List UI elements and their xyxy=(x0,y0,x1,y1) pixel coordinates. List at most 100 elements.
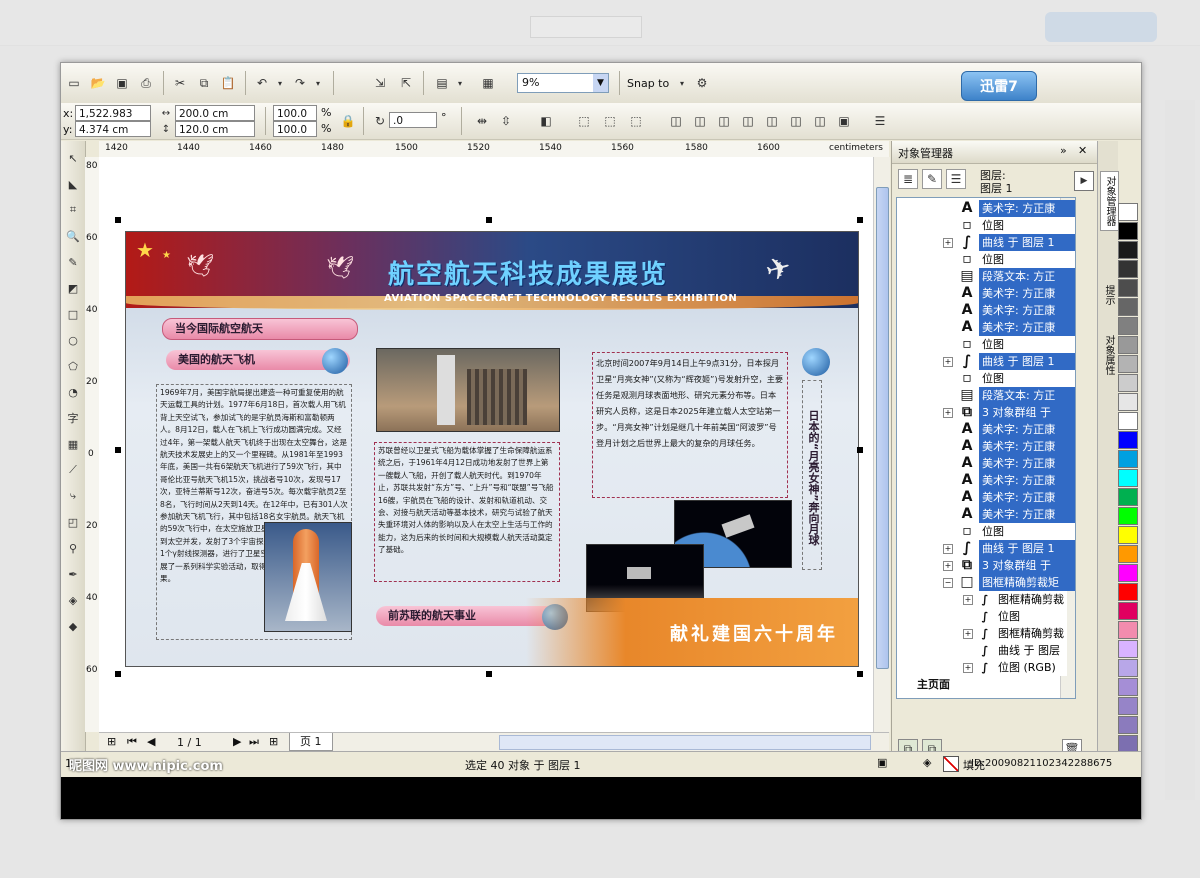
simplify-icon[interactable]: ◫ xyxy=(763,112,781,130)
tree-row[interactable]: ▫ 位图 xyxy=(897,523,1075,540)
tree-row[interactable]: ▤ 段落文本: 方正 xyxy=(897,268,1075,285)
color-swatch[interactable] xyxy=(1118,431,1138,449)
tab-object-manager[interactable]: 对象管理器 xyxy=(1100,171,1119,231)
color-swatch[interactable] xyxy=(1118,279,1138,297)
copy-icon[interactable]: ⧉ xyxy=(195,74,213,92)
color-swatch[interactable] xyxy=(1118,317,1138,335)
align-distribute-icon[interactable]: ☰ xyxy=(871,112,889,130)
tree-subrow[interactable]: + ∫ 图框精确剪裁 xyxy=(897,591,1067,608)
outline-tool-icon[interactable]: ✒ xyxy=(64,565,82,583)
color-swatch[interactable] xyxy=(1118,374,1138,392)
selection-handle[interactable] xyxy=(857,217,863,223)
lock-ratio-icon[interactable]: 🔒 xyxy=(339,112,357,130)
color-swatch[interactable] xyxy=(1118,488,1138,506)
basic-shapes-icon[interactable]: ◔ xyxy=(64,383,82,401)
paste-icon[interactable]: 📋 xyxy=(219,74,237,92)
expand-icon[interactable]: + xyxy=(963,663,973,673)
blend-tool-icon[interactable]: ◰ xyxy=(64,513,82,531)
angle-field[interactable]: .0 xyxy=(389,112,437,128)
expand-icon[interactable]: + xyxy=(943,238,953,248)
x-position-field[interactable]: 1,522.983 cm xyxy=(75,105,151,136)
tab-hints[interactable]: 提示 xyxy=(1100,281,1117,309)
tree-row[interactable]: A 美术字: 方正康 xyxy=(897,472,1075,489)
intersect-icon[interactable]: ◫ xyxy=(739,112,757,130)
tree-row[interactable]: ▤ 段落文本: 方正 xyxy=(897,387,1075,404)
crop-tool-icon[interactable]: ⌗ xyxy=(64,201,82,219)
color-swatch[interactable] xyxy=(1118,260,1138,278)
zoom-tool-icon[interactable]: 🔍 xyxy=(64,227,82,245)
color-swatch[interactable] xyxy=(1118,716,1138,734)
previous-page-icon[interactable]: ◀ xyxy=(147,735,155,748)
layer-manager-view-icon[interactable]: ☰ xyxy=(946,169,966,189)
last-page-icon[interactable]: ⏭ xyxy=(249,735,259,749)
fill-tool-icon[interactable]: ◈ xyxy=(64,591,82,609)
next-page-icon[interactable]: ▶ xyxy=(233,735,241,748)
options-icon[interactable]: ⚙ xyxy=(693,74,711,92)
expand-icon[interactable]: » xyxy=(1060,144,1067,157)
convert-icon[interactable]: ◧ xyxy=(537,112,555,130)
mirror-horizontal-icon[interactable]: ⇹ xyxy=(473,112,491,130)
color-swatch[interactable] xyxy=(1118,469,1138,487)
expand-icon[interactable]: + xyxy=(943,544,953,554)
color-swatch[interactable] xyxy=(1118,526,1138,544)
color-swatch[interactable] xyxy=(1118,203,1138,221)
zoom-combo[interactable]: 9% ▼ xyxy=(517,73,609,93)
undo-icon[interactable]: ↶ xyxy=(253,74,271,92)
tree-subrow[interactable]: + ∫ 位图 (RGB) xyxy=(897,659,1067,676)
color-swatch[interactable] xyxy=(1118,298,1138,316)
tab-object-properties[interactable]: 对象属性 xyxy=(1100,331,1117,379)
first-page-icon[interactable]: ⏮ xyxy=(127,735,137,749)
color-swatch[interactable] xyxy=(1118,222,1138,240)
color-swatch[interactable] xyxy=(1118,355,1138,373)
boundary-icon[interactable]: ▣ xyxy=(835,112,853,130)
tree-row[interactable]: + ∫ 曲线 于 图层 1 xyxy=(897,234,1075,251)
export-icon[interactable]: ⇱ xyxy=(397,74,415,92)
scale-height-field[interactable]: 100.0 xyxy=(273,121,317,137)
tree-row[interactable]: A 美术字: 方正康 xyxy=(897,285,1075,302)
interactive-fill-icon[interactable]: ◆ xyxy=(64,617,82,635)
tree-row[interactable]: A 美术字: 方正康 xyxy=(897,200,1075,217)
back-minus-front-icon[interactable]: ◫ xyxy=(811,112,829,130)
tree-row[interactable]: ▫ 位图 xyxy=(897,370,1075,387)
print-icon[interactable]: ⎙ xyxy=(137,74,155,92)
selection-handle[interactable] xyxy=(115,217,121,223)
tree-row[interactable]: A 美术字: 方正康 xyxy=(897,506,1075,523)
rectangle-tool-icon[interactable]: □ xyxy=(64,305,82,323)
scale-width-field[interactable]: 100.0 xyxy=(273,105,317,121)
tree-subrow[interactable]: ∫ 位图 xyxy=(897,608,1067,625)
width-field[interactable]: 200.0 cm xyxy=(175,105,255,121)
cut-icon[interactable]: ✂ xyxy=(171,74,189,92)
ellipse-tool-icon[interactable]: ○ xyxy=(64,331,82,349)
ungroup-all-icon[interactable]: ⬚ xyxy=(627,112,645,130)
tree-row[interactable]: A 美术字: 方正康 xyxy=(897,302,1075,319)
color-swatch[interactable] xyxy=(1118,621,1138,639)
open-folder-icon[interactable]: 📂 xyxy=(89,74,107,92)
tree-row[interactable]: ▫ 位图 xyxy=(897,217,1075,234)
tree-subrow[interactable]: ∫ 曲线 于 图层 xyxy=(897,642,1067,659)
object-tree[interactable]: A 美术字: 方正康 ▫ 位图 + ∫ 曲线 于 图层 1 ▫ 位图 ▤ 段落文本: 方正 A 美术字:… xyxy=(896,197,1076,699)
collapse-icon[interactable]: − xyxy=(943,578,953,588)
color-swatch[interactable] xyxy=(1118,659,1138,677)
combine-icon[interactable]: ◫ xyxy=(667,112,685,130)
redo-dropdown-icon[interactable]: ▾ xyxy=(309,74,327,92)
trim-icon[interactable]: ◫ xyxy=(715,112,733,130)
color-swatch[interactable] xyxy=(1118,336,1138,354)
master-page-row[interactable]: 主页面 xyxy=(917,676,950,693)
color-swatch[interactable] xyxy=(1118,602,1138,620)
tree-row[interactable]: + ⧉ 3 对象群组 于 xyxy=(897,557,1075,574)
color-palette[interactable] xyxy=(1118,203,1138,753)
text-tool-icon[interactable]: 字 xyxy=(64,409,82,427)
group-icon[interactable]: ⬚ xyxy=(575,112,593,130)
tree-row[interactable]: A 美术字: 方正康 xyxy=(897,438,1075,455)
expand-icon[interactable]: + xyxy=(963,629,973,639)
show-properties-icon[interactable]: ≣ xyxy=(898,169,918,189)
add-page-icon[interactable]: ⊞ xyxy=(107,735,116,748)
weld-icon[interactable]: ◫ xyxy=(691,112,709,130)
text-japan[interactable]: 北京时间2007年9月14日上午9点31分，日本探月卫星“月亮女神”(又称为“辉… xyxy=(592,352,788,498)
expand-icon[interactable]: + xyxy=(943,357,953,367)
color-swatch[interactable] xyxy=(1118,241,1138,259)
application-launcher-icon[interactable]: ▤ xyxy=(433,74,451,92)
xunlei-badge[interactable]: 迅雷7 xyxy=(961,71,1037,101)
snap-dropdown-icon[interactable]: ▾ xyxy=(673,74,691,92)
y-position-field[interactable]: 4.374 cm xyxy=(75,121,151,137)
